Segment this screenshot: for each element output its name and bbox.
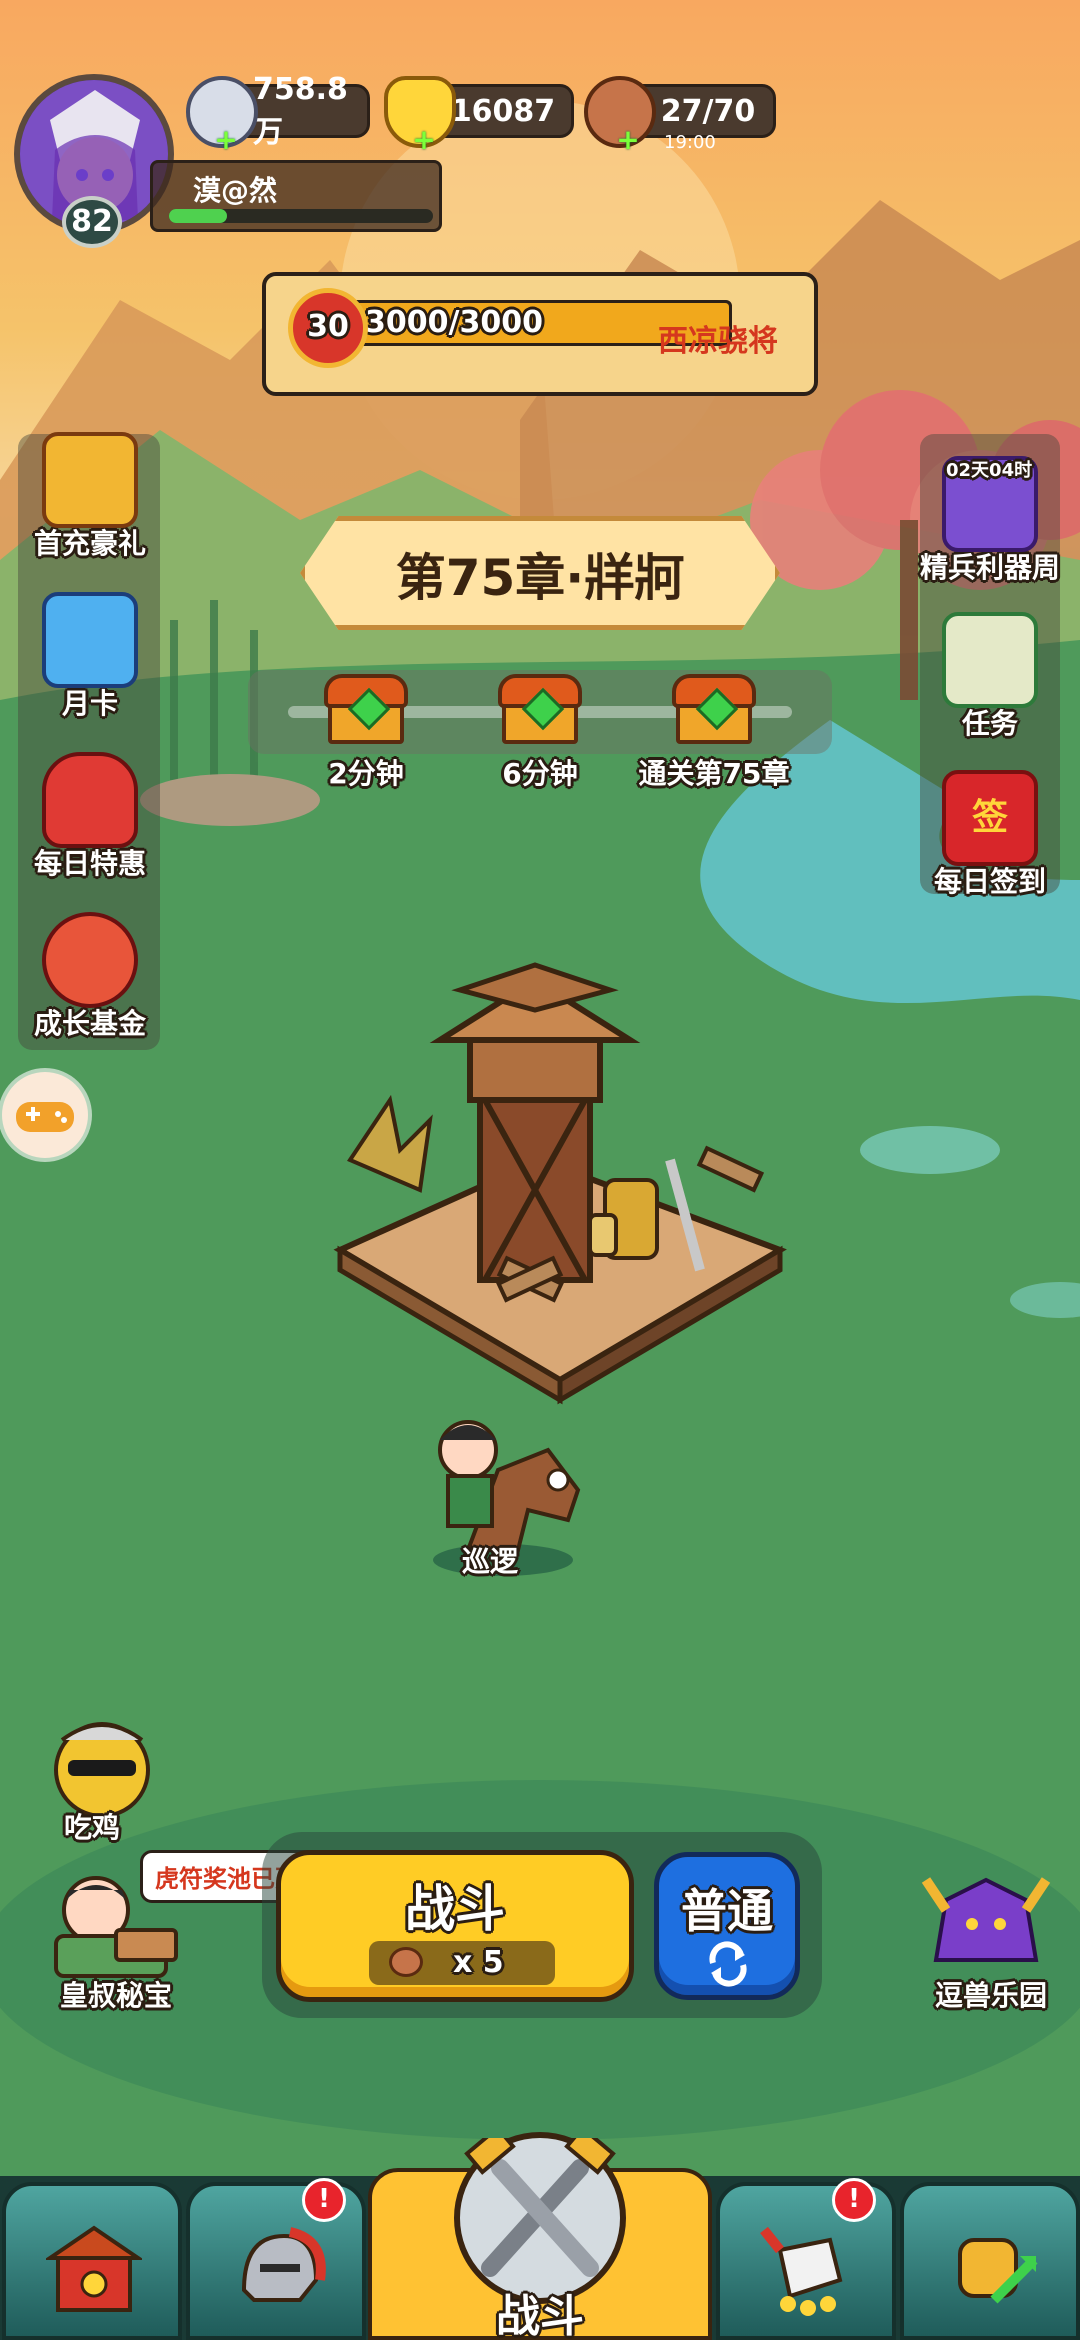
gamepad-button[interactable]	[2, 1072, 88, 1158]
scroll-icon	[942, 612, 1038, 708]
silver-amount: 758.8万	[253, 71, 348, 150]
mode-button[interactable]: 普通	[654, 1852, 800, 2000]
daily-sign-in[interactable]: 签 每日签到	[910, 770, 1070, 900]
gift-bag-icon	[42, 752, 138, 848]
rank-level: 30	[307, 309, 349, 344]
fortune-god-icon	[42, 912, 138, 1008]
nav-tab-upgrade[interactable]	[900, 2182, 1080, 2340]
chicken-event[interactable]: 吃鸡	[32, 1710, 172, 1844]
weapon-week-event[interactable]: 02天04时 精兵利器周	[910, 456, 1070, 586]
chapter-title: 第75章·牂牁	[395, 549, 685, 607]
quest-button[interactable]: 任务	[910, 612, 1070, 742]
battle-cost: x 5	[453, 1945, 504, 1980]
battle-button[interactable]: 战斗 x 5	[276, 1850, 634, 2002]
patrol-label: 巡逻	[461, 1545, 518, 1578]
meat-cost-icon	[389, 1947, 423, 1977]
silver-add-icon[interactable]: +	[214, 126, 238, 154]
gamepad-icon	[16, 1102, 74, 1132]
nav-tab-battle[interactable]: 战斗	[368, 2125, 712, 2340]
monthly-card[interactable]: 月卡	[10, 592, 170, 722]
battle-cost-pill: x 5	[369, 1941, 555, 1985]
mode-label: 普通	[681, 1884, 773, 1938]
first-recharge-gift[interactable]: 首充豪礼	[10, 432, 170, 562]
chicken-label: 吃鸡	[63, 1811, 120, 1844]
beast-park-label: 逗兽乐园	[934, 1979, 1047, 2012]
beast-park-icon	[921, 1877, 1051, 1962]
stamina-add-icon[interactable]: +	[616, 126, 640, 154]
helmet-icon	[241, 2227, 326, 2302]
nav-tab-city[interactable]	[2, 2182, 182, 2340]
watchtower-scene	[333, 962, 787, 1405]
battle-button-label: 战斗	[405, 1880, 505, 1938]
growth-fund-label: 成长基金	[33, 1007, 146, 1040]
exp-bar	[169, 209, 433, 223]
horn-star-icon	[760, 2226, 843, 2316]
chest-2min[interactable]	[324, 674, 408, 744]
golden-chest-icon	[42, 432, 138, 528]
beast-park[interactable]: 逗兽乐园	[906, 1870, 1076, 2016]
daily-deal[interactable]: 每日特惠	[10, 752, 170, 882]
rank-title: 西凉骁将	[658, 324, 778, 359]
battle-emblem	[454, 2125, 626, 2304]
rank-medal-icon: 30	[288, 288, 368, 368]
weapon-week-timer: 02天04时	[946, 460, 1033, 481]
player-level-badge: 82	[62, 196, 122, 248]
nav-tab-equipment[interactable]: !	[716, 2178, 896, 2340]
chest-chapter-clear[interactable]	[672, 674, 756, 744]
monthly-card-label: 月卡	[61, 687, 118, 720]
quest-label: 任务	[961, 707, 1018, 740]
player-name-bar: 漠@然	[150, 160, 442, 232]
stamina-timer: 19:00	[664, 132, 716, 153]
daily-deal-label: 每日特惠	[33, 847, 146, 880]
player-name: 漠@然	[193, 174, 278, 207]
nav-battle-label: 战斗	[496, 2291, 584, 2340]
rank-progress-text: 3000/3000	[365, 305, 543, 340]
growth-fund[interactable]: 成长基金	[10, 912, 170, 1042]
sign-in-glyph: 签	[971, 797, 1008, 838]
nav-tab-hero[interactable]: !	[186, 2178, 366, 2340]
gold-amount: 16087	[450, 93, 556, 129]
city-gate-icon	[46, 2225, 142, 2312]
equipment-alert-badge: !	[832, 2178, 876, 2222]
game-scene: 82 漠@然 758.8万 + 16087 + 27/70 19:00 + 30…	[0, 0, 1080, 2340]
chest-6min[interactable]	[498, 674, 582, 744]
fist-upgrade-icon	[958, 2238, 1038, 2304]
chest-chapter-clear-label: 通关第75章	[638, 757, 790, 790]
uncle-treasure-label: 皇叔秘宝	[59, 1979, 172, 2012]
stamina-amount: 27/70	[660, 93, 756, 129]
sign-in-icon: 签	[942, 770, 1038, 866]
weapon-week-label: 精兵利器周	[919, 551, 1060, 584]
refresh-icon	[709, 1941, 747, 1987]
hero-alert-badge: !	[302, 2178, 346, 2222]
gold-add-icon[interactable]: +	[412, 126, 436, 154]
exp-bar-fill	[169, 209, 228, 223]
crossed-swords-icon	[464, 2125, 616, 2277]
first-recharge-label: 首充豪礼	[33, 527, 146, 560]
calendar-card-icon	[42, 592, 138, 688]
